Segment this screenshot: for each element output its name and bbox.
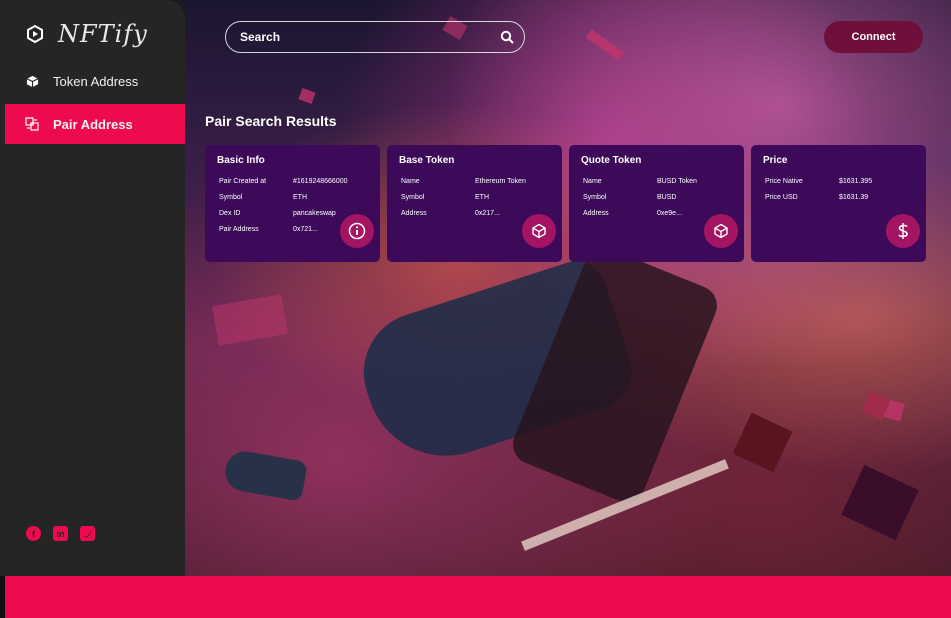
row-key: Name	[401, 178, 420, 185]
search-icon[interactable]	[500, 30, 514, 44]
artwork-cube	[732, 412, 793, 473]
artwork-shard	[298, 87, 316, 105]
cube-icon[interactable]	[522, 214, 556, 248]
hexagon-play-icon	[26, 24, 44, 44]
hero-background-artwork	[185, 0, 951, 576]
sidebar: NFTify Token Address Pair Address f in	[0, 0, 185, 576]
card-row: Name BUSD Token	[581, 174, 732, 190]
row-key: Price Native	[765, 178, 803, 185]
card-row: Symbol BUSD	[581, 190, 732, 206]
basic-info-card: Basic Info Pair Created at #1619248666000…	[205, 145, 380, 262]
row-key: Name	[583, 178, 602, 185]
info-icon[interactable]	[340, 214, 374, 248]
row-key: Dex ID	[219, 210, 241, 217]
social-links: f in	[26, 526, 95, 541]
card-title: Basic Info	[217, 155, 265, 166]
row-value: 0xe9e...	[657, 210, 682, 217]
card-row: Price Native $1631.395	[763, 174, 914, 190]
row-value: BUSD Token	[657, 178, 697, 185]
row-value: ETH	[293, 194, 307, 201]
card-title: Base Token	[399, 155, 455, 166]
brand[interactable]: NFTify	[26, 20, 148, 48]
cube-icon	[25, 74, 39, 88]
sidebar-item-pair-address[interactable]: Pair Address	[5, 104, 185, 144]
pair-grid-icon	[25, 117, 39, 131]
card-row: Symbol ETH	[399, 190, 550, 206]
artwork-shard	[212, 294, 288, 346]
quote-token-card: Quote Token Name BUSD Token Symbol BUSD Ad…	[569, 145, 744, 262]
card-row: Pair Created at #1619248666000	[217, 174, 368, 190]
row-value: Ethereum Token	[475, 178, 526, 185]
search-input[interactable]	[240, 30, 500, 44]
artwork-shoe	[222, 448, 308, 502]
row-key: Symbol	[401, 194, 425, 201]
artwork-shard	[585, 29, 625, 61]
search-bar[interactable]	[225, 21, 525, 53]
results-title: Pair Search Results	[205, 113, 337, 129]
dollar-icon[interactable]	[886, 214, 920, 248]
row-key: Address	[401, 210, 427, 217]
row-value: $1631.39	[839, 194, 869, 201]
row-value: $1631.395	[839, 178, 873, 185]
sidebar-item-label: Token Address	[53, 73, 139, 89]
sidebar-item-label: Pair Address	[53, 116, 133, 132]
connect-button[interactable]: Connect	[824, 21, 923, 53]
row-key: Price USD	[765, 194, 798, 201]
row-value: #1619248666000	[293, 178, 348, 185]
sidebar-item-token-address[interactable]: Token Address	[5, 61, 185, 101]
row-value: 0x721...	[293, 226, 318, 233]
base-token-card: Base Token Name Ethereum Token Symbol ETH …	[387, 145, 562, 262]
facebook-icon[interactable]: f	[26, 526, 41, 541]
twitter-icon[interactable]	[80, 526, 95, 541]
card-title: Price	[763, 155, 788, 166]
row-value: pancakeswap	[293, 210, 336, 217]
row-value: BUSD	[657, 194, 677, 201]
artwork-cube	[841, 464, 919, 541]
footer-bar	[5, 576, 951, 618]
row-value: ETH	[475, 194, 489, 201]
app-root: NFTify Token Address Pair Address f in S…	[0, 0, 951, 618]
card-row: Name Ethereum Token	[399, 174, 550, 190]
row-value: 0x217...	[475, 210, 500, 217]
row-key: Symbol	[219, 194, 243, 201]
card-title: Quote Token	[581, 155, 642, 166]
row-key: Pair Created at	[219, 178, 267, 185]
row-key: Pair Address	[219, 226, 259, 233]
card-row: Price USD $1631.39	[763, 190, 914, 206]
brand-name: NFTify	[58, 20, 148, 48]
card-row: Symbol ETH	[217, 190, 368, 206]
row-key: Address	[583, 210, 609, 217]
price-card: Price Price Native $1631.395 Price USD $16…	[751, 145, 926, 262]
row-key: Symbol	[583, 194, 607, 201]
cube-icon[interactable]	[704, 214, 738, 248]
linkedin-icon[interactable]: in	[53, 526, 68, 541]
